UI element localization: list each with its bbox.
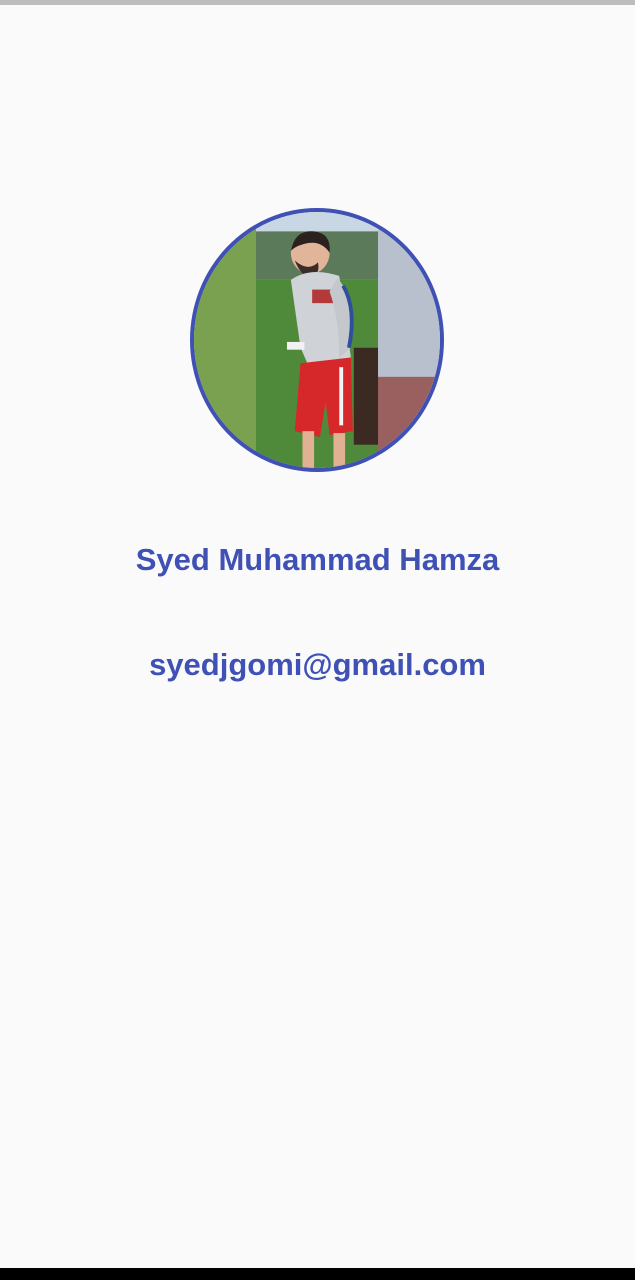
profile-name: Syed Muhammad Hamza xyxy=(135,542,500,577)
status-bar xyxy=(0,0,635,5)
profile-email: syedjgomi@gmail.com xyxy=(149,647,486,682)
profile-photo xyxy=(194,212,440,468)
profile-avatar[interactable] xyxy=(190,208,444,472)
navigation-bar xyxy=(0,1268,635,1280)
